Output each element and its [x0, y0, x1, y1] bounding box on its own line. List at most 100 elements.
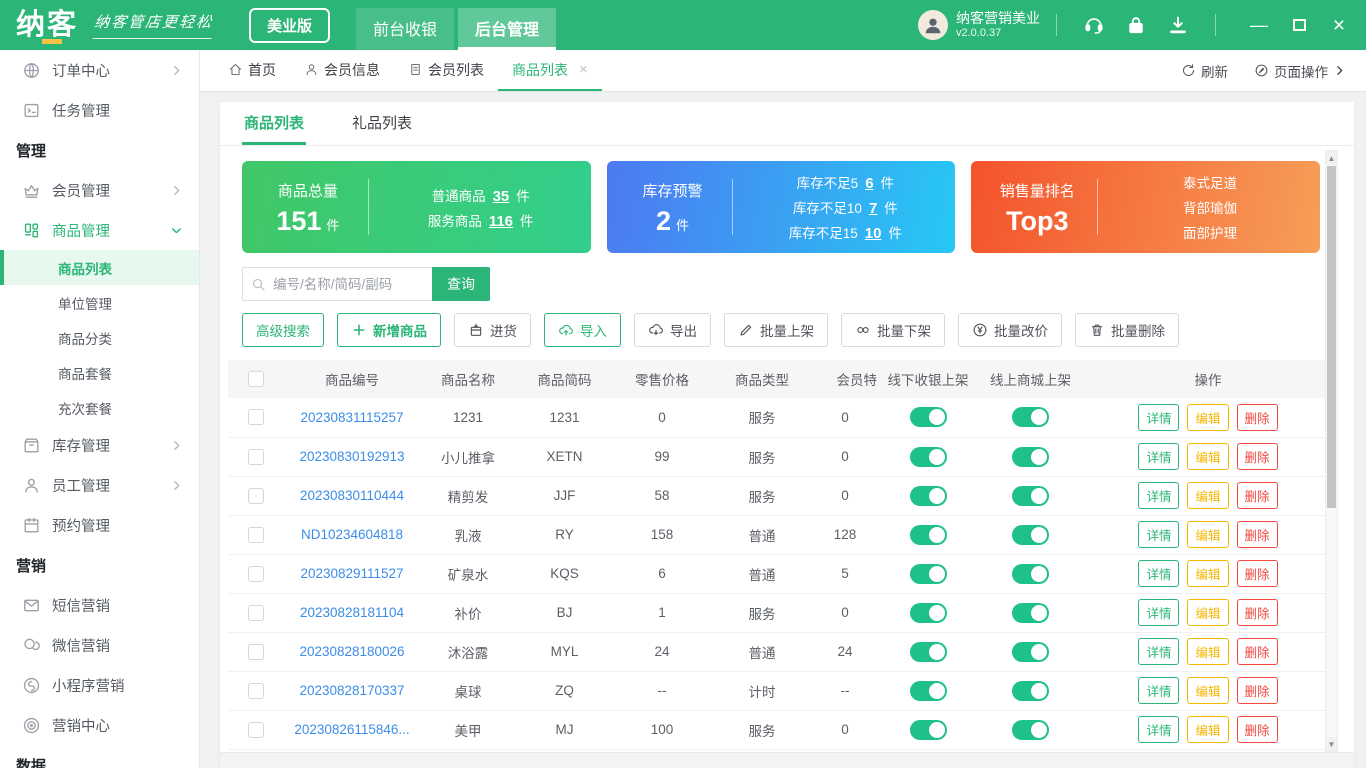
offline-toggle[interactable] — [909, 719, 947, 740]
product-code-link[interactable]: 20230828180026 — [284, 632, 420, 672]
detail-button[interactable]: 详情 — [1138, 403, 1180, 431]
edit-button[interactable]: 编辑 — [1187, 599, 1229, 626]
toolbar-button-导出[interactable]: 导出 — [634, 313, 711, 347]
page-tab-会员信息[interactable]: 会员信息 — [290, 50, 394, 91]
sidebar-item-订单中心[interactable]: 订单中心 — [0, 50, 199, 90]
offline-toggle[interactable] — [909, 602, 947, 623]
sidebar-item-员工管理[interactable]: 员工管理 — [0, 465, 199, 505]
detail-button[interactable]: 详情 — [1138, 638, 1180, 665]
detail-button[interactable]: 详情 — [1138, 521, 1180, 548]
offline-toggle[interactable] — [909, 680, 947, 701]
sidebar-item-小程序营销[interactable]: 小程序营销 — [0, 665, 199, 705]
online-toggle[interactable] — [1012, 524, 1049, 545]
page-operations-button[interactable]: 页面操作 — [1254, 61, 1346, 81]
edit-button[interactable]: 编辑 — [1187, 482, 1229, 509]
toolbar-button-高级搜索[interactable]: 高级搜索 — [242, 313, 324, 347]
search-input[interactable] — [266, 276, 432, 292]
toolbar-button-导入[interactable]: 导入 — [544, 313, 621, 347]
horizontal-scrollbar[interactable] — [220, 752, 1354, 768]
scroll-down-arrow[interactable]: ▼ — [1326, 737, 1337, 751]
offline-toggle[interactable] — [909, 485, 947, 506]
edit-button[interactable]: 编辑 — [1187, 403, 1229, 431]
row-checkbox[interactable] — [248, 604, 264, 621]
product-code-link[interactable]: 20230830110444 — [284, 476, 420, 516]
sidebar-item-商品管理[interactable]: 商品管理 — [0, 210, 199, 250]
row-checkbox[interactable] — [248, 682, 264, 699]
del-button[interactable]: 删除 — [1236, 677, 1278, 704]
row-checkbox[interactable] — [248, 643, 264, 660]
tab-gift-list[interactable]: 礼品列表 — [350, 102, 414, 145]
detail-button[interactable]: 详情 — [1138, 599, 1180, 626]
edit-button[interactable]: 编辑 — [1187, 716, 1229, 743]
sidebar-item-短信营销[interactable]: 短信营销 — [0, 585, 199, 625]
edit-button[interactable]: 编辑 — [1187, 560, 1229, 587]
online-toggle[interactable] — [1012, 563, 1049, 584]
detail-button[interactable]: 详情 — [1138, 677, 1180, 704]
toolbar-button-新增商品[interactable]: 新增商品 — [337, 313, 441, 347]
detail-button[interactable]: 详情 — [1138, 560, 1180, 587]
detail-button[interactable]: 详情 — [1138, 716, 1180, 743]
lock-icon[interactable] — [1125, 14, 1147, 36]
row-checkbox[interactable] — [248, 409, 264, 426]
sidebar-item-会员管理[interactable]: 会员管理 — [0, 170, 199, 210]
sidebar-subitem-商品套餐[interactable]: 商品套餐 — [0, 355, 199, 390]
detail-button[interactable]: 详情 — [1138, 482, 1180, 509]
maximize-button[interactable] — [1286, 16, 1312, 34]
offline-toggle[interactable] — [909, 446, 947, 467]
sidebar-item-微信营销[interactable]: 微信营销 — [0, 625, 199, 665]
del-button[interactable]: 删除 — [1236, 560, 1278, 587]
sidebar-item-营销中心[interactable]: 营销中心 — [0, 705, 199, 745]
product-code-link[interactable]: 20230828170337 — [284, 671, 420, 711]
offline-toggle[interactable] — [909, 563, 947, 584]
del-button[interactable]: 删除 — [1236, 599, 1278, 626]
del-button[interactable]: 删除 — [1236, 443, 1278, 470]
toolbar-button-批量下架[interactable]: 批量下架 — [841, 313, 945, 347]
online-toggle[interactable] — [1012, 485, 1049, 506]
row-checkbox[interactable] — [248, 565, 264, 582]
sidebar-item-任务管理[interactable]: 任务管理 — [0, 90, 199, 130]
del-button[interactable]: 删除 — [1236, 638, 1278, 665]
detail-button[interactable]: 详情 — [1138, 443, 1180, 470]
product-code-link[interactable]: 20230829111527 — [284, 554, 420, 594]
select-all-checkbox[interactable] — [248, 371, 264, 388]
edit-button[interactable]: 编辑 — [1187, 677, 1229, 704]
close-button[interactable]: × — [1326, 15, 1352, 36]
del-button[interactable]: 删除 — [1236, 403, 1278, 431]
online-toggle[interactable] — [1012, 446, 1049, 467]
tab-product-list[interactable]: 商品列表 — [242, 102, 307, 145]
scroll-up-arrow[interactable]: ▲ — [1326, 151, 1337, 165]
scroll-thumb[interactable] — [1327, 166, 1336, 508]
sidebar-item-库存管理[interactable]: 库存管理 — [0, 425, 199, 465]
edition-button[interactable]: 美业版 — [249, 7, 331, 43]
tab-backend-admin[interactable]: 后台管理 — [458, 8, 557, 50]
sidebar-item-预约管理[interactable]: 预约管理 — [0, 505, 199, 545]
page-tab-会员列表[interactable]: 会员列表 — [394, 50, 498, 91]
sidebar-subitem-商品分类[interactable]: 商品分类 — [0, 320, 199, 355]
avatar[interactable] — [918, 10, 948, 40]
toolbar-button-批量删除[interactable]: 批量删除 — [1075, 313, 1179, 347]
toolbar-button-批量改价[interactable]: 批量改价 — [958, 313, 1062, 347]
support-icon[interactable] — [1083, 14, 1105, 36]
offline-toggle[interactable] — [909, 407, 947, 428]
product-code-link[interactable]: 20230828181104 — [284, 593, 420, 633]
product-code-link[interactable]: ND10234604818 — [284, 515, 420, 555]
edit-button[interactable]: 编辑 — [1187, 521, 1229, 548]
del-button[interactable]: 删除 — [1236, 482, 1278, 509]
row-checkbox[interactable] — [248, 526, 264, 543]
online-toggle[interactable] — [1012, 602, 1049, 623]
close-tab-icon[interactable]: × — [579, 61, 588, 78]
product-code-link[interactable]: 20230831115257 — [284, 398, 420, 438]
download-icon[interactable] — [1167, 14, 1189, 36]
refresh-button[interactable]: 刷新 — [1181, 61, 1228, 81]
search-button[interactable]: 查询 — [432, 267, 490, 301]
product-code-link[interactable]: 20230830192913 — [284, 437, 420, 477]
edit-button[interactable]: 编辑 — [1187, 443, 1229, 470]
minimize-button[interactable]: — — [1246, 16, 1272, 34]
edit-button[interactable]: 编辑 — [1187, 638, 1229, 665]
del-button[interactable]: 删除 — [1236, 716, 1278, 743]
row-checkbox[interactable] — [248, 448, 264, 465]
tab-front-cashier[interactable]: 前台收银 — [356, 8, 455, 50]
row-checkbox[interactable] — [248, 721, 264, 738]
row-checkbox[interactable] — [248, 487, 264, 504]
sidebar-subitem-商品列表[interactable]: 商品列表 — [0, 250, 199, 285]
